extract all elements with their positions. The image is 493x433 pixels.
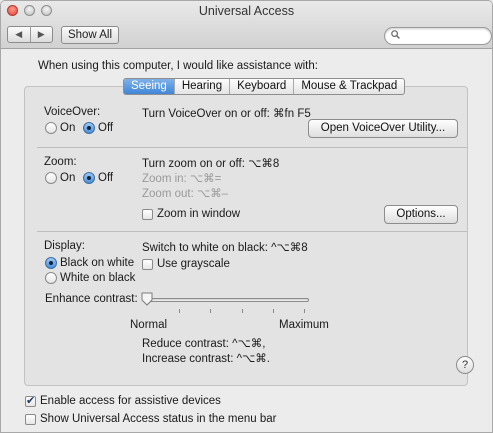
- white-on-black-radio[interactable]: White on black: [45, 272, 135, 284]
- enable-assistive-devices-label: Enable access for assistive devices: [40, 395, 221, 407]
- zoom-off-label: Off: [98, 172, 114, 184]
- zoom-shortcut-text: Turn zoom on or off: ⌥⌘8: [142, 158, 280, 170]
- black-on-white-radio[interactable]: Black on white: [45, 257, 134, 269]
- enhance-contrast-label: Enhance contrast:: [45, 293, 138, 305]
- slider-tick: [273, 309, 274, 313]
- voiceover-on-radio[interactable]: On: [45, 122, 75, 134]
- switch-display-shortcut: Switch to white on black: ^⌥⌘8: [142, 242, 308, 254]
- show-status-menubar-checkbox[interactable]: Show Universal Access status in the menu…: [25, 413, 277, 425]
- section-divider: [37, 231, 467, 232]
- search-field[interactable]: [384, 27, 492, 45]
- zoom-on-radio[interactable]: On: [45, 172, 75, 184]
- intro-text: When using this computer, I would like a…: [38, 60, 318, 72]
- voiceover-label: VoiceOver:: [44, 106, 101, 118]
- tab-seeing[interactable]: Seeing: [124, 79, 175, 94]
- zoom-in-window-checkbox[interactable]: Zoom in window: [142, 208, 240, 220]
- voiceover-off-radio[interactable]: Off: [83, 122, 113, 134]
- white-on-black-label: White on black: [60, 272, 136, 284]
- radio-icon: [45, 272, 57, 284]
- slider-knob-icon[interactable]: [141, 292, 153, 306]
- back-forward-control: ◀ ▶: [7, 26, 53, 43]
- show-all-button[interactable]: Show All: [61, 26, 119, 44]
- checkbox-icon: [142, 258, 153, 270]
- slider-min-label: Normal: [130, 319, 168, 331]
- slider-tick: [242, 309, 243, 313]
- title-bar: Universal Access ◀ ▶ Show All: [1, 1, 492, 49]
- checkbox-icon: [142, 208, 153, 220]
- radio-icon: [45, 122, 57, 134]
- reduce-contrast-shortcut: Reduce contrast: ^⌥⌘,: [142, 338, 266, 350]
- zoom-off-radio[interactable]: Off: [83, 172, 113, 184]
- tab-keyboard[interactable]: Keyboard: [230, 79, 295, 94]
- use-grayscale-label: Use grayscale: [157, 258, 230, 270]
- use-grayscale-checkbox[interactable]: Use grayscale: [142, 258, 230, 270]
- slider-max-label: Maximum: [279, 319, 329, 331]
- back-arrow-icon[interactable]: ◀: [8, 27, 31, 42]
- zoom-out-shortcut: Zoom out: ⌥⌘–: [142, 188, 229, 200]
- zoom-in-shortcut: Zoom in: ⌥⌘=: [142, 173, 222, 185]
- enhance-contrast-slider[interactable]: [145, 298, 309, 302]
- increase-contrast-shortcut: Increase contrast: ^⌥⌘.: [142, 353, 270, 365]
- radio-icon: [45, 172, 57, 184]
- checkbox-checked-icon: [25, 394, 36, 407]
- voiceover-shortcut-text: Turn VoiceOver on or off: ⌘fn F5: [142, 108, 311, 120]
- slider-tick: [210, 309, 211, 313]
- radio-selected-icon: [83, 122, 95, 134]
- black-on-white-label: Black on white: [60, 257, 135, 269]
- tab-hearing[interactable]: Hearing: [175, 79, 231, 94]
- search-icon: [391, 30, 400, 42]
- tab-mouse-trackpad[interactable]: Mouse & Trackpad: [294, 79, 404, 94]
- slider-tick: [304, 309, 305, 313]
- zoom-in-window-label: Zoom in window: [157, 208, 241, 220]
- window-title: Universal Access: [198, 4, 295, 18]
- zoom-label: Zoom:: [44, 156, 77, 168]
- open-voiceover-utility-button[interactable]: Open VoiceOver Utility...: [308, 119, 458, 138]
- checkbox-icon: [25, 413, 36, 425]
- voiceover-off-label: Off: [98, 122, 114, 134]
- radio-selected-icon: [83, 172, 95, 184]
- enable-assistive-devices-checkbox[interactable]: Enable access for assistive devices: [25, 394, 221, 407]
- slider-tick: [179, 309, 180, 313]
- tab-bar: Seeing Hearing Keyboard Mouse & Trackpad: [123, 78, 406, 95]
- help-button[interactable]: ?: [456, 356, 474, 374]
- show-status-menubar-label: Show Universal Access status in the menu…: [40, 413, 277, 425]
- voiceover-on-label: On: [60, 122, 76, 134]
- radio-selected-icon: [45, 257, 57, 269]
- section-divider: [37, 147, 467, 148]
- forward-arrow-icon[interactable]: ▶: [31, 27, 53, 42]
- zoom-on-label: On: [60, 172, 76, 184]
- preferences-window: Universal Access ◀ ▶ Show All When using…: [0, 0, 493, 433]
- display-label: Display:: [44, 240, 85, 252]
- zoom-options-button[interactable]: Options...: [384, 205, 458, 224]
